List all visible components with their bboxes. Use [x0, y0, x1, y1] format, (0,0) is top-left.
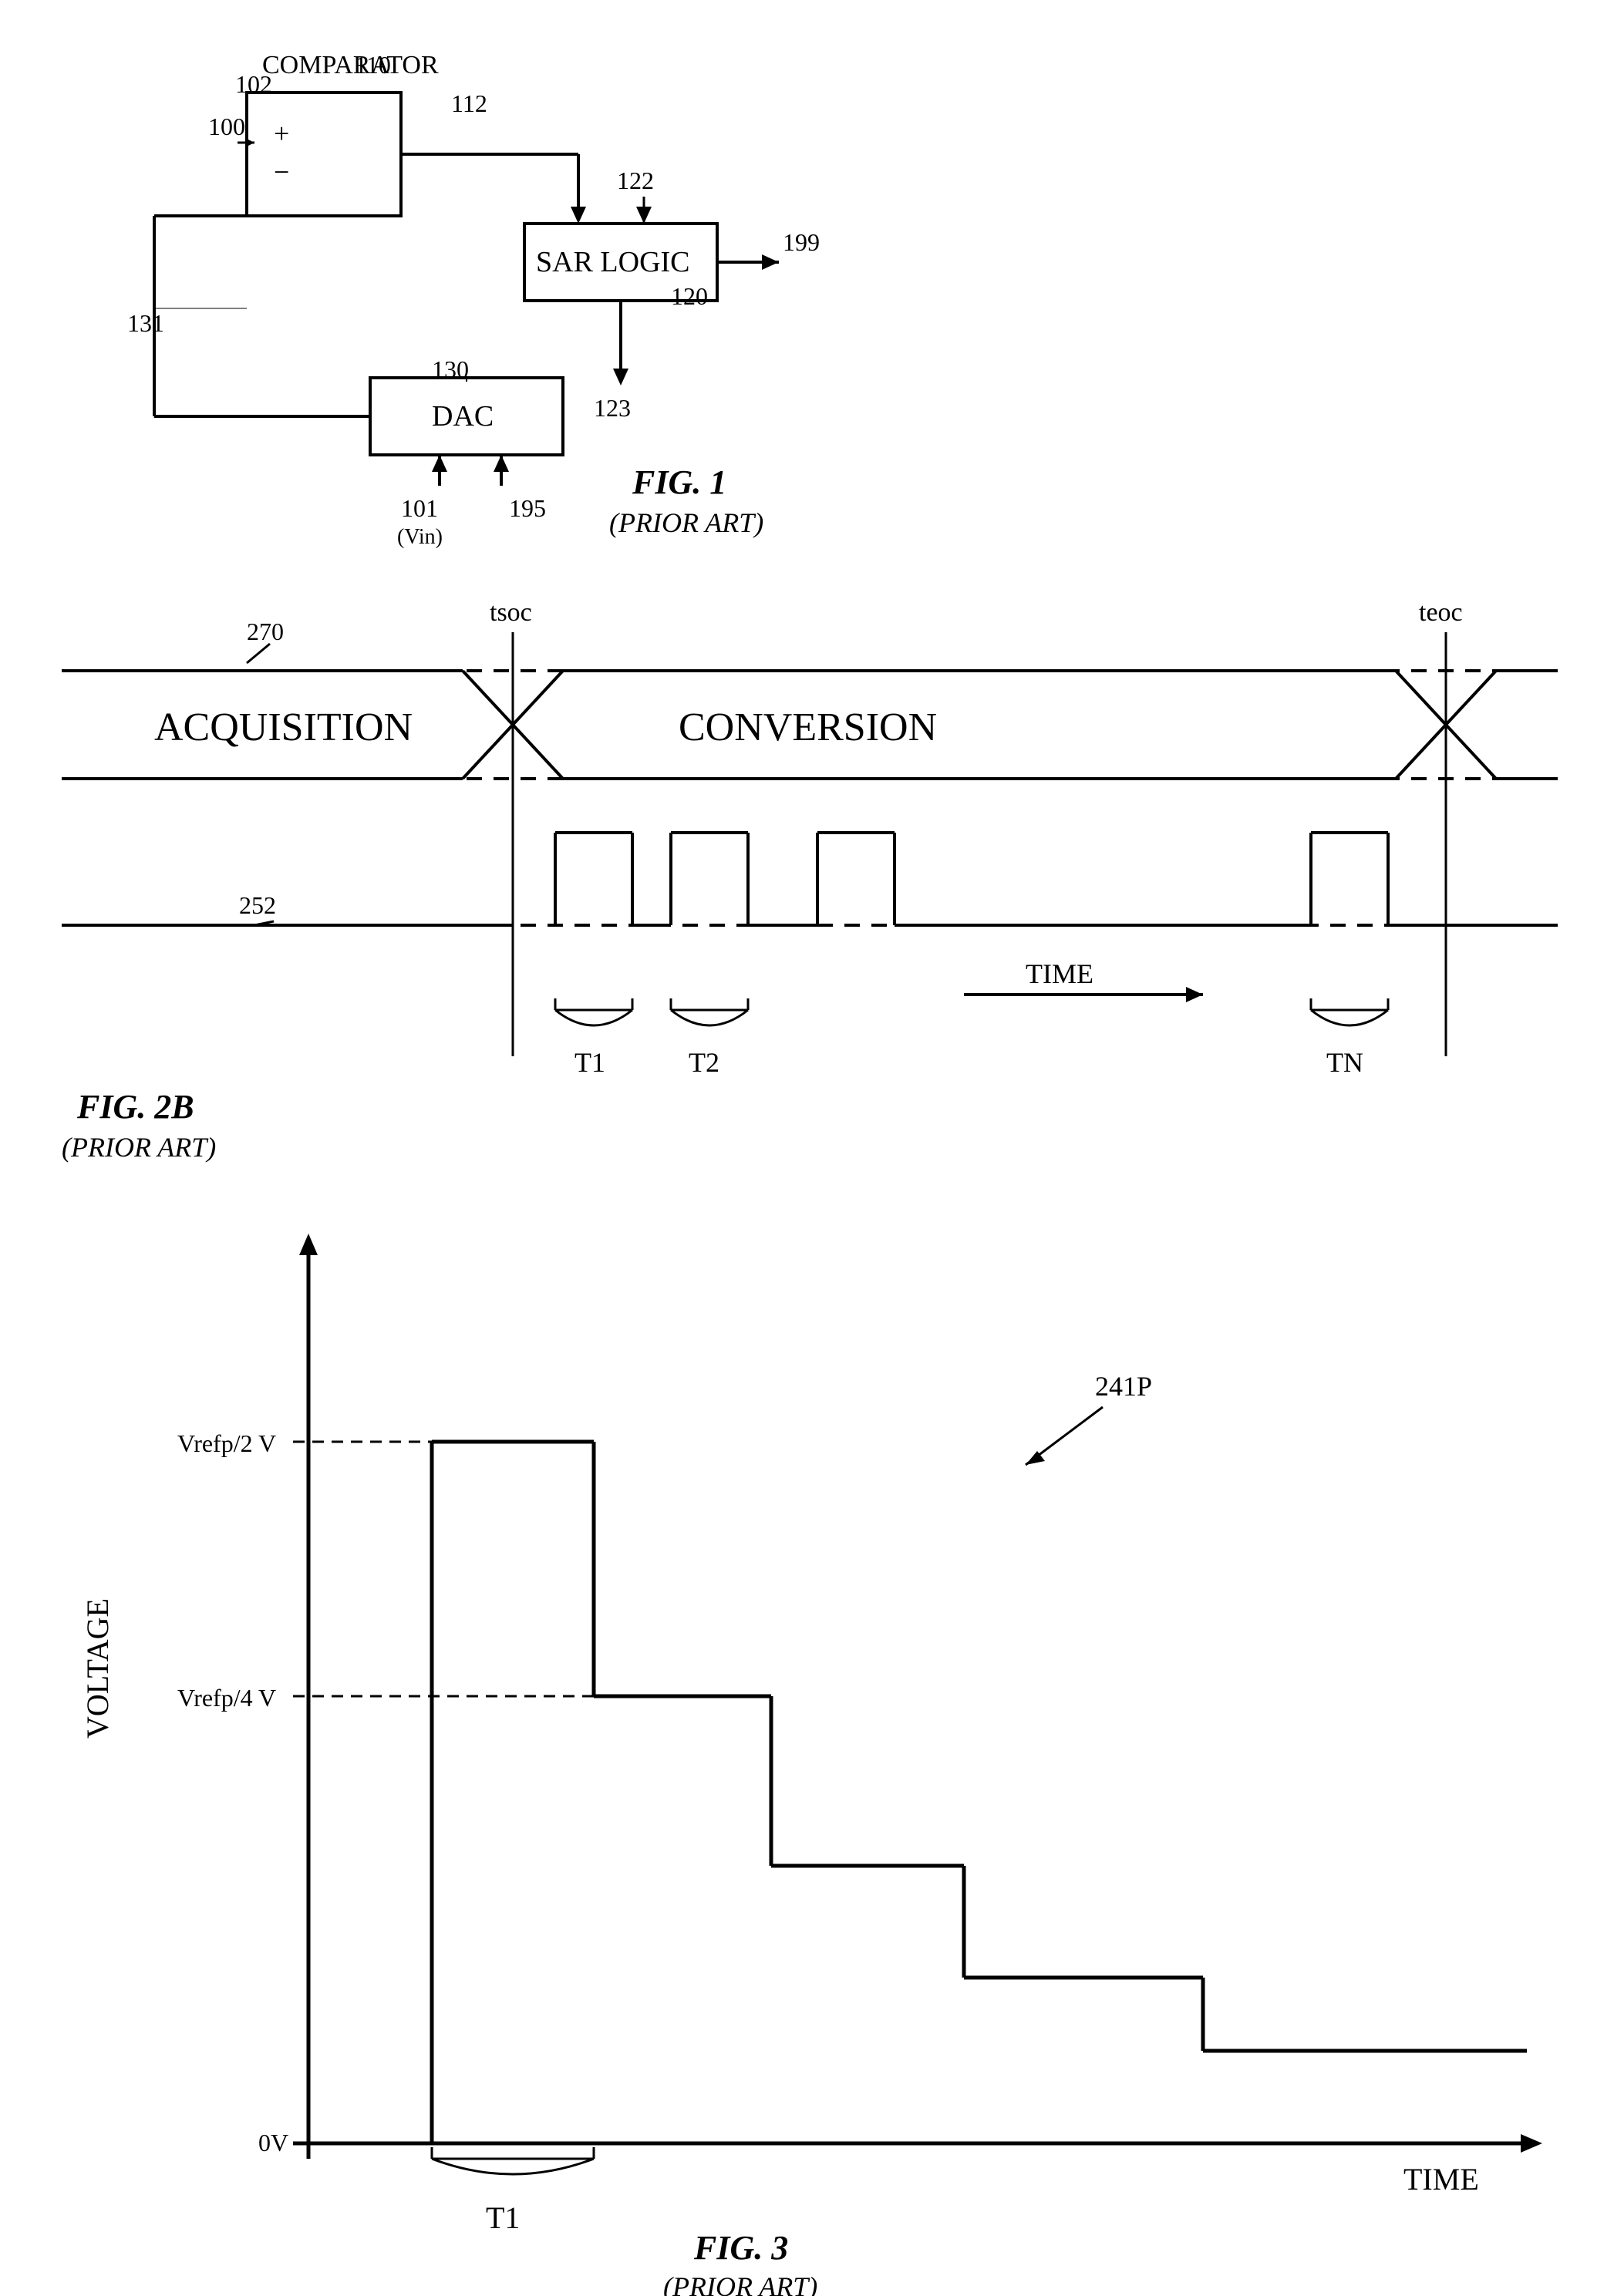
- svg-text:120: 120: [671, 282, 708, 310]
- svg-text:199: 199: [783, 228, 820, 256]
- svg-text:tsoc: tsoc: [490, 598, 532, 627]
- svg-text:122: 122: [617, 167, 654, 194]
- svg-text:CONVERSION: CONVERSION: [679, 705, 937, 749]
- svg-text:112: 112: [451, 89, 487, 117]
- svg-text:DAC: DAC: [432, 400, 494, 433]
- svg-text:TN: TN: [1326, 1047, 1363, 1078]
- svg-text:110: 110: [355, 51, 391, 79]
- svg-text:VOLTAGE: VOLTAGE: [80, 1598, 115, 1739]
- svg-text:ACQUISITION: ACQUISITION: [154, 705, 413, 749]
- svg-text:(PRIOR ART): (PRIOR ART): [663, 2271, 817, 2296]
- svg-text:(PRIOR ART): (PRIOR ART): [609, 507, 763, 538]
- svg-text:241P: 241P: [1095, 1371, 1152, 1402]
- svg-text:TIME: TIME: [1026, 958, 1093, 989]
- svg-text:FIG. 2B: FIG. 2B: [76, 1088, 194, 1126]
- svg-text:T1: T1: [575, 1047, 605, 1078]
- svg-text:131: 131: [127, 309, 164, 337]
- svg-text:Vrefp/4 V: Vrefp/4 V: [177, 1684, 276, 1712]
- svg-text:T2: T2: [689, 1047, 719, 1078]
- svg-text:+: +: [274, 118, 289, 149]
- page: + − SAR LOGIC DAC: [0, 0, 1614, 2296]
- svg-text:Vrefp/2 V: Vrefp/2 V: [177, 1429, 276, 1457]
- svg-text:195: 195: [509, 494, 546, 522]
- svg-text:FIG. 3: FIG. 3: [693, 2229, 788, 2267]
- svg-text:−: −: [274, 157, 289, 187]
- svg-text:101: 101: [401, 494, 438, 522]
- svg-text:(Vin): (Vin): [397, 525, 443, 549]
- svg-text:130: 130: [432, 355, 469, 383]
- svg-text:0V: 0V: [258, 2129, 288, 2156]
- svg-text:102: 102: [235, 70, 272, 98]
- svg-text:COMPARATOR: COMPARATOR: [262, 51, 439, 79]
- svg-text:TIME: TIME: [1403, 2162, 1479, 2197]
- svg-text:T1: T1: [486, 2200, 520, 2235]
- svg-text:123: 123: [594, 394, 631, 422]
- svg-text:252: 252: [239, 891, 276, 919]
- svg-text:100: 100: [208, 113, 245, 140]
- svg-text:(PRIOR ART): (PRIOR ART): [62, 1132, 216, 1163]
- svg-text:SAR LOGIC: SAR LOGIC: [536, 246, 690, 278]
- svg-text:teoc: teoc: [1419, 598, 1463, 627]
- svg-text:270: 270: [247, 618, 284, 645]
- svg-text:FIG. 1: FIG. 1: [632, 463, 726, 501]
